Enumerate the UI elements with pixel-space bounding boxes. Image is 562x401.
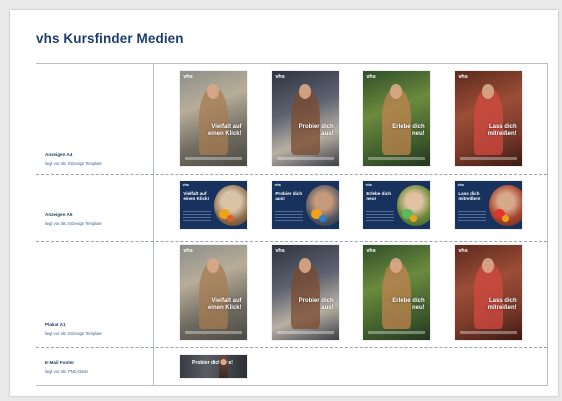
accent-dot (409, 214, 418, 222)
ad-claim: Probier dich aus! (275, 190, 303, 201)
vhs-logo: vhs (275, 247, 285, 254)
ad-claim: Erlebe dich neu! (366, 190, 392, 201)
row-format: liegt vor als: PNG-Datei (45, 369, 88, 374)
person-head (298, 84, 311, 99)
poster-claim: Probier dich aus! (298, 124, 334, 137)
vhs-logo: vhs (183, 73, 193, 80)
person-head (298, 258, 311, 273)
row-format: liegt vor als: InDesign Template (45, 221, 102, 226)
plakat-a1-thumbnail[interactable]: vhs Lass dich mitreißen! (455, 245, 522, 340)
row-title: E-Mail Footer (45, 360, 75, 365)
anzeige-a4-thumbnail[interactable]: vhs Erlebe dich neu! (363, 71, 430, 166)
vhs-logo: vhs (365, 183, 372, 188)
accent-dot (501, 214, 510, 222)
poster-footer-line (368, 157, 425, 161)
accent-dot (318, 214, 327, 222)
ad-body-text (275, 210, 304, 221)
anzeige-a5-thumbnail[interactable]: vhs Lass dich mitreißen! (455, 181, 522, 229)
ad-claim: Vielfalt auf einen Klick! (183, 190, 210, 201)
poster-footer-line (185, 331, 242, 335)
row-title: Plakat A1 (45, 322, 66, 327)
poster-footer-line (277, 331, 334, 335)
column-divider (153, 64, 154, 385)
row-separator (36, 347, 547, 348)
vhs-logo: vhs (458, 73, 468, 80)
anzeige-a5-thumbnail[interactable]: vhs Erlebe dich neu! (363, 181, 430, 229)
plakat-a1-thumbnail[interactable]: vhs Erlebe dich neu! (363, 245, 430, 340)
poster-claim: Erlebe dich neu! (392, 124, 425, 137)
anzeige-a5-thumbnail[interactable]: vhs Probier dich aus! (272, 181, 339, 229)
vhs-logo: vhs (275, 73, 285, 80)
poster-footer-line (185, 157, 242, 161)
document-page: vhs Kursfinder Medien Anzeigen A4 liegt … (10, 10, 558, 396)
poster-footer-line (368, 331, 425, 335)
anzeige-a4-thumbnail[interactable]: vhs Vielfalt auf einen Klick! (180, 71, 247, 166)
vhs-logo: vhs (457, 183, 464, 188)
vhs-logo: vhs (366, 247, 376, 254)
person-head (389, 258, 402, 273)
poster-claim: Vielfalt auf einen Klick! (207, 298, 242, 311)
row-format: liegt vor als: InDesign Template (45, 161, 102, 166)
vhs-logo: vhs (182, 183, 189, 188)
media-table: Anzeigen A4 liegt vor als: InDesign Temp… (36, 63, 548, 386)
person-head (206, 258, 219, 273)
anzeige-a4-thumbnail[interactable]: vhs Probier dich aus! (272, 71, 339, 166)
person-figure (218, 356, 229, 378)
ad-body-text (458, 210, 487, 221)
plakat-a1-thumbnail[interactable]: vhs Vielfalt auf einen Klick! (180, 245, 247, 340)
poster-claim: Lass dich mitreißen! (487, 124, 517, 137)
row-separator (36, 241, 547, 242)
ad-claim: Lass dich mitreißen! (458, 190, 481, 201)
row-title: Anzeigen A4 (45, 152, 73, 157)
row-label-email-footer: E-Mail Footer liegt vor als: PNG-Datei (45, 360, 149, 375)
poster-claim: Erlebe dich neu! (392, 298, 425, 311)
plakat-a1-thumbnail[interactable]: vhs Probier dich aus! (272, 245, 339, 340)
anzeige-a5-thumbnail[interactable]: vhs Vielfalt auf einen Klick! (180, 181, 247, 229)
page-title: vhs Kursfinder Medien (36, 31, 184, 46)
vhs-logo: vhs (458, 247, 468, 254)
row-label-anzeigen-a5: Anzeigen A5 liegt vor als: InDesign Temp… (45, 212, 149, 227)
poster-claim: Probier dich aus! (298, 298, 334, 311)
vhs-logo: vhs (274, 183, 281, 188)
row-separator (36, 174, 547, 175)
accent-dot (226, 214, 235, 222)
ad-body-text (183, 210, 212, 221)
row-label-anzeigen-a4: Anzeigen A4 liegt vor als: InDesign Temp… (45, 152, 149, 167)
person-head (481, 84, 494, 99)
person-head (389, 84, 402, 99)
poster-footer-line (277, 157, 334, 161)
poster-footer-line (460, 157, 517, 161)
vhs-logo: vhs (183, 247, 193, 254)
poster-claim: Lass dich mitreißen! (487, 298, 517, 311)
row-format: liegt vor als: InDesign Template (45, 331, 102, 336)
poster-claim: Vielfalt auf einen Klick! (207, 124, 242, 137)
poster-footer-line (460, 331, 517, 335)
ad-body-text (366, 210, 395, 221)
email-footer-thumbnail[interactable]: Probier dich aus! (180, 355, 247, 378)
person-head (206, 84, 219, 99)
person-head (481, 258, 494, 273)
row-title: Anzeigen A5 (45, 212, 73, 217)
vhs-logo: vhs (366, 73, 376, 80)
anzeige-a4-thumbnail[interactable]: vhs Lass dich mitreißen! (455, 71, 522, 166)
row-label-plakat-a1: Plakat A1 liegt vor als: InDesign Templa… (45, 322, 149, 337)
